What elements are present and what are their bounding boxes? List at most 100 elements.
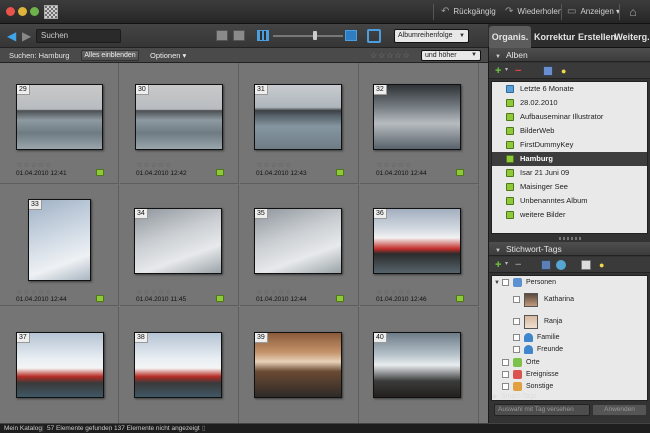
photo-rating[interactable]: ☆☆☆☆☆ (256, 288, 292, 296)
albums-panel-header[interactable]: ▼ Alben (489, 48, 650, 62)
search-input[interactable]: Suchen (36, 29, 121, 43)
photo-thumbnail[interactable]: 34 (134, 208, 222, 274)
photo-cell[interactable]: 30 ☆☆☆☆☆ 01.04.2010 12:42 (120, 63, 239, 184)
album-item[interactable]: Letzte 6 Monate (492, 82, 647, 96)
photo-rating[interactable]: ☆☆☆☆☆ (256, 161, 292, 169)
tag-checkbox[interactable] (502, 383, 509, 390)
album-item[interactable]: FirstDummyKey (492, 138, 647, 152)
tag-category-events[interactable]: Ereignisse (492, 369, 647, 381)
tag-selection-input[interactable]: Auswahl mit Tag versehen (494, 404, 590, 416)
photo-rating[interactable]: ☆☆☆☆☆ (16, 288, 52, 296)
edit-album-icon[interactable] (543, 66, 553, 76)
tab-share[interactable]: Weiterg. (613, 26, 650, 48)
add-tag-icon[interactable]: + (495, 259, 501, 271)
details-icon[interactable] (233, 30, 245, 41)
album-item[interactable]: Unbenanntes Album (492, 194, 647, 208)
photo-rating[interactable]: ☆☆☆☆☆ (16, 161, 52, 169)
tag-checkbox[interactable] (513, 318, 520, 325)
photo-thumbnail[interactable]: 40 (373, 332, 461, 398)
chevron-down-icon[interactable]: ▾ (505, 66, 508, 73)
minimize-window-button[interactable] (18, 7, 27, 16)
album-item[interactable]: BilderWeb (492, 124, 647, 138)
expand-triangle-icon[interactable]: ▼ (494, 277, 500, 289)
tab-create[interactable]: Erstellen (578, 26, 616, 48)
tag-checkbox[interactable] (513, 346, 520, 353)
tags-panel-header[interactable]: ▼ Stichwort-Tags (489, 242, 650, 256)
tag-category-people[interactable]: ▼ Personen (492, 277, 647, 289)
photo-thumbnail[interactable]: 38 (134, 332, 222, 398)
panel-resize-handle[interactable] (559, 237, 581, 240)
photo-rating[interactable]: ☆☆☆☆☆ (136, 161, 172, 169)
album-item[interactable]: 28.02.2010 (492, 96, 647, 110)
small-thumbnail-icon[interactable] (257, 30, 269, 41)
photo-cell[interactable]: 36 ☆☆☆☆☆ 01.04.2010 12:46 (360, 185, 479, 306)
photo-thumbnail[interactable]: 36 (373, 208, 461, 274)
delete-album-icon[interactable]: − (515, 65, 521, 77)
add-album-icon[interactable]: + (495, 65, 501, 77)
tag-group[interactable]: Freunde (492, 344, 647, 356)
album-item[interactable]: Maisinger See (492, 180, 647, 194)
photo-cell[interactable]: 40 (360, 307, 479, 423)
forward-arrow-icon[interactable]: ▶ (22, 29, 34, 43)
maximize-window-button[interactable] (30, 7, 39, 16)
redo-button[interactable]: ↷ Wiederholen (505, 0, 562, 24)
photo-rating[interactable]: ☆☆☆☆☆ (376, 288, 412, 296)
tag-checkbox[interactable] (513, 334, 520, 341)
photo-thumbnail[interactable]: 32 (373, 84, 461, 150)
collapse-triangle-icon[interactable]: ▼ (495, 248, 501, 254)
photo-thumbnail[interactable]: 39 (254, 332, 342, 398)
smart-tags-row[interactable]: ▶ Smart-Tags (491, 391, 646, 403)
photo-thumbnail[interactable]: 31 (254, 84, 342, 150)
photo-rating[interactable]: ☆☆☆☆☆ (136, 288, 172, 296)
apply-button[interactable]: Anwenden (592, 404, 647, 416)
globe-icon[interactable] (556, 260, 566, 270)
delete-tag-icon[interactable]: − (515, 259, 521, 271)
tag-checkbox[interactable] (502, 371, 509, 378)
photo-thumbnail[interactable]: 35 (254, 208, 342, 274)
catalog-name[interactable]: Mein Katalog (4, 424, 42, 433)
edit-tag-icon[interactable] (541, 260, 551, 270)
expand-triangle-icon[interactable]: ▶ (493, 391, 498, 403)
photo-cell[interactable]: 29 ☆☆☆☆☆ 01.04.2010 12:41 (0, 63, 119, 184)
undo-button[interactable]: ↶ Rückgängig (441, 0, 496, 24)
trash-icon[interactable]: ▯ (202, 424, 206, 433)
photo-cell[interactable]: 31 ☆☆☆☆☆ 01.04.2010 12:43 (240, 63, 359, 184)
photo-cell[interactable]: 37 (0, 307, 119, 423)
back-arrow-icon[interactable]: ◀ (7, 29, 19, 43)
album-item-selected[interactable]: Hamburg (492, 152, 647, 166)
show-all-button[interactable]: Alles einblenden (81, 50, 139, 61)
zoom-slider-thumb[interactable] (313, 31, 317, 40)
photo-thumbnail[interactable]: 30 (135, 84, 223, 150)
tab-organize[interactable]: Organis. (489, 26, 531, 48)
photo-thumbnail[interactable]: 29 (16, 84, 103, 150)
tag-checkbox[interactable] (502, 279, 509, 286)
photo-cell[interactable]: 38 (120, 307, 239, 423)
filmstrip-icon[interactable] (216, 30, 228, 41)
tag-checkbox[interactable] (513, 296, 520, 303)
tag-person[interactable]: Katharina (492, 292, 647, 308)
large-thumbnail-icon[interactable] (345, 30, 357, 41)
tab-correct[interactable]: Korrektur ▾ (533, 26, 576, 64)
options-menu[interactable]: Optionen ▾ (150, 48, 186, 63)
photo-cell[interactable]: 35 ☆☆☆☆☆ 01.04.2010 12:44 (240, 185, 359, 306)
photo-cell[interactable]: 39 (240, 307, 359, 423)
tag-group[interactable]: Familie (492, 332, 647, 344)
zoom-slider[interactable] (273, 35, 343, 37)
view-menu-button[interactable]: ▭Anzeigen ▾ (567, 0, 620, 24)
fullscreen-icon[interactable] (367, 29, 381, 43)
photo-rating[interactable]: ☆☆☆☆☆ (376, 161, 412, 169)
album-item[interactable]: weitere Bilder (492, 208, 647, 222)
rating-filter-stars[interactable]: ☆☆☆☆☆ (370, 48, 411, 63)
chevron-down-icon[interactable]: ▾ (505, 260, 508, 267)
photo-cell[interactable]: 34 ☆☆☆☆☆ 01.04.2010 11:45 (120, 185, 239, 306)
album-item[interactable]: Aufbauseminar Illustrator (492, 110, 647, 124)
tag-category-places[interactable]: Orte (492, 357, 647, 369)
face-recognition-icon[interactable] (581, 260, 591, 270)
close-window-button[interactable] (6, 7, 15, 16)
tag-person[interactable]: Ranja (492, 314, 647, 330)
photo-thumbnail[interactable]: 33 (28, 199, 91, 281)
photo-cell[interactable]: 32 ☆☆☆☆☆ 01.04.2010 12:44 (360, 63, 479, 184)
photo-thumbnail[interactable]: 37 (16, 332, 104, 398)
lightbulb-icon[interactable]: ● (599, 259, 604, 271)
lightbulb-icon[interactable]: ● (561, 65, 566, 77)
